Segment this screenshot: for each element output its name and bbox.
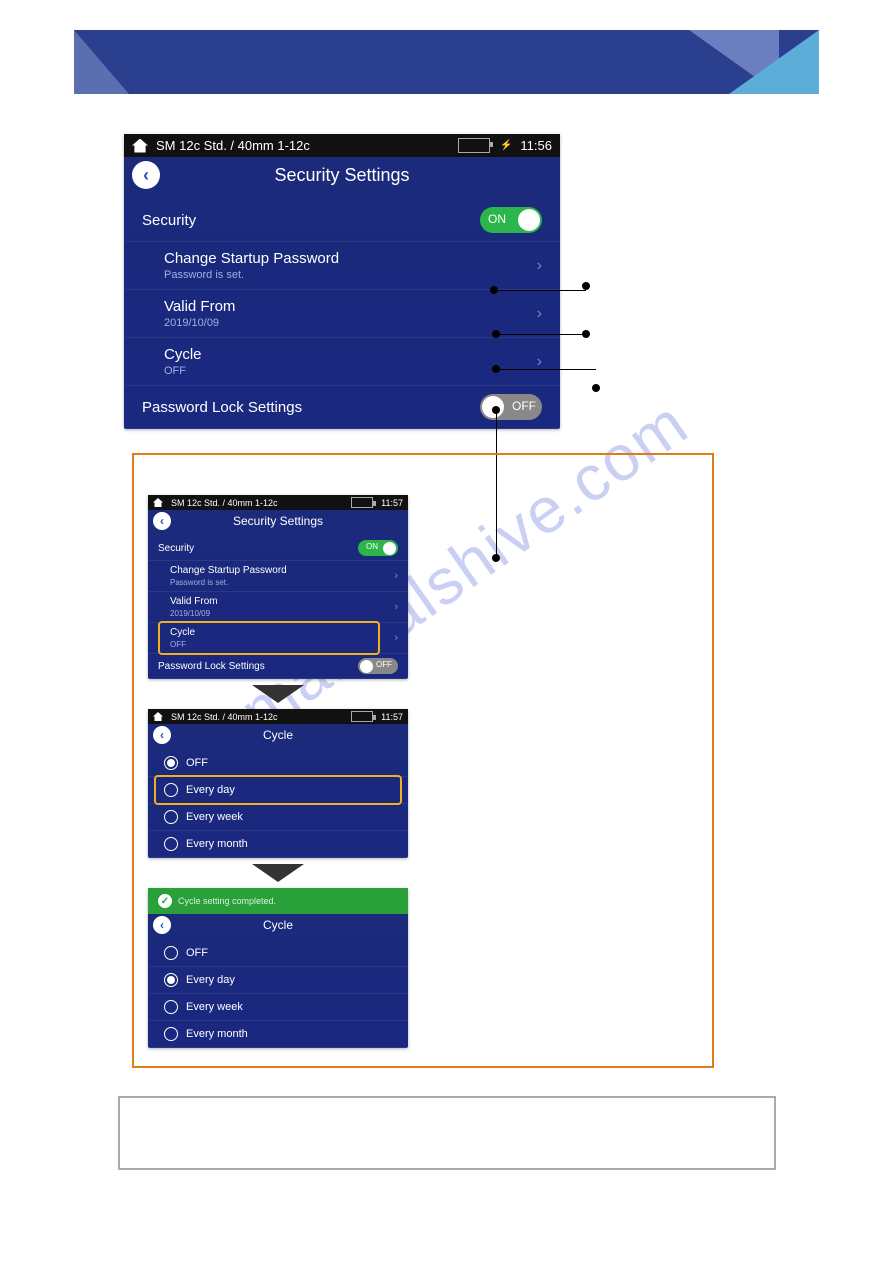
toast-notification: ✓ Cycle setting completed.	[148, 888, 408, 914]
chevron-right-icon: ›	[386, 601, 398, 613]
callout-line	[494, 290, 586, 291]
cycle-option-every-month[interactable]: Every month	[148, 1021, 408, 1048]
device-mode-label: SM 12c Std. / 40mm 1-12c	[171, 712, 278, 722]
option-label: OFF	[186, 757, 208, 769]
password-lock-toggle[interactable]: OFF	[358, 658, 398, 674]
battery-icon	[351, 711, 373, 722]
cycle-sequence-box: SM 12c Std. / 40mm 1-12c 11:57 ‹ Securit…	[132, 453, 714, 1068]
screen-title: Security Settings	[171, 514, 385, 528]
clock: 11:57	[381, 712, 403, 722]
home-icon[interactable]	[132, 139, 148, 153]
radio-icon	[164, 810, 178, 824]
callout-line	[496, 334, 586, 335]
back-button[interactable]: ‹	[153, 726, 171, 744]
note-box	[118, 1096, 776, 1170]
chevron-right-icon: ›	[529, 257, 542, 275]
back-button[interactable]: ‹	[153, 512, 171, 530]
radio-icon	[164, 973, 178, 987]
valid-from-label: Valid From	[164, 298, 529, 315]
device-mode-label: SM 12c Std. / 40mm 1-12c	[171, 498, 278, 508]
cycle-option-every-week[interactable]: Every week	[148, 804, 408, 831]
screen-title: Security Settings	[160, 165, 524, 186]
security-toggle[interactable]: ON	[480, 207, 542, 233]
radio-icon	[164, 1027, 178, 1041]
cycle-option-every-week[interactable]: Every week	[148, 994, 408, 1021]
cycle-sub: OFF	[164, 365, 529, 377]
battery-icon	[458, 138, 490, 153]
back-button[interactable]: ‹	[153, 916, 171, 934]
toast-message: Cycle setting completed.	[178, 896, 276, 906]
step2-screen: SM 12c Std. / 40mm 1-12c 11:57 ‹ Cycle O…	[148, 709, 408, 858]
security-label: Security	[142, 212, 480, 229]
header-banner	[74, 30, 819, 94]
password-lock-label: Password Lock Settings	[158, 661, 358, 672]
security-settings-screen: SM 12c Std. / 40mm 1-12c ⚡ 11:56 ‹ Secur…	[124, 134, 560, 429]
cycle-option-every-day[interactable]: Every day	[148, 777, 408, 804]
home-icon[interactable]	[153, 712, 163, 721]
password-lock-toggle[interactable]: OFF	[480, 394, 542, 420]
check-icon: ✓	[158, 894, 172, 908]
chevron-right-icon: ›	[529, 353, 542, 371]
cycle-row[interactable]: Cycle OFF ›	[148, 623, 408, 654]
status-bar: SM 12c Std. / 40mm 1-12c ⚡ 11:56	[124, 134, 560, 157]
option-label: Every week	[186, 811, 243, 823]
cycle-label: Cycle	[164, 346, 529, 363]
valid-from-label: Valid From	[170, 596, 386, 607]
cycle-option-every-month[interactable]: Every month	[148, 831, 408, 858]
radio-icon	[164, 837, 178, 851]
arrow-down-icon	[252, 864, 304, 882]
password-lock-row[interactable]: Password Lock Settings OFF	[148, 654, 408, 679]
chevron-right-icon: ›	[386, 570, 398, 582]
security-row[interactable]: Security ON	[124, 199, 560, 242]
callout-dot	[582, 282, 590, 290]
cycle-row[interactable]: Cycle OFF ›	[124, 338, 560, 386]
charging-icon: ⚡	[500, 140, 512, 151]
cycle-option-off[interactable]: OFF	[148, 750, 408, 777]
option-label: Every day	[186, 784, 235, 796]
cycle-label: Cycle	[170, 627, 386, 638]
option-label: Every day	[186, 974, 235, 986]
change-password-label: Change Startup Password	[164, 250, 529, 267]
radio-icon	[164, 756, 178, 770]
change-password-label: Change Startup Password	[170, 565, 386, 576]
battery-icon	[351, 497, 373, 508]
radio-icon	[164, 1000, 178, 1014]
screen-title: Cycle	[171, 728, 385, 742]
security-label: Security	[158, 543, 358, 554]
security-row[interactable]: Security ON	[148, 536, 408, 561]
change-password-sub: Password is set.	[164, 269, 529, 281]
radio-icon	[164, 783, 178, 797]
valid-from-sub: 2019/10/09	[164, 317, 529, 329]
device-mode-label: SM 12c Std. / 40mm 1-12c	[156, 138, 310, 153]
clock: 11:57	[381, 498, 403, 508]
option-label: OFF	[186, 947, 208, 959]
callout-line	[496, 369, 596, 370]
option-label: Every month	[186, 1028, 248, 1040]
arrow-down-icon	[252, 685, 304, 703]
valid-from-row[interactable]: Valid From 2019/10/09 ›	[148, 592, 408, 623]
radio-icon	[164, 946, 178, 960]
cycle-sub: OFF	[170, 640, 386, 649]
valid-from-sub: 2019/10/09	[170, 609, 386, 618]
option-label: Every week	[186, 1001, 243, 1013]
chevron-right-icon: ›	[386, 632, 398, 644]
step1-screen: SM 12c Std. / 40mm 1-12c 11:57 ‹ Securit…	[148, 495, 408, 679]
clock: 11:56	[520, 138, 552, 153]
change-password-row[interactable]: Change Startup Password Password is set.…	[124, 242, 560, 290]
cycle-option-every-day[interactable]: Every day	[148, 967, 408, 994]
screen-title: Cycle	[171, 918, 385, 932]
step3-screen: ✓ Cycle setting completed. ‹ Cycle OFF E…	[148, 888, 408, 1048]
change-password-row[interactable]: Change Startup Password Password is set.…	[148, 561, 408, 592]
callout-dot	[592, 384, 600, 392]
home-icon[interactable]	[153, 498, 163, 507]
option-label: Every month	[186, 838, 248, 850]
chevron-right-icon: ›	[529, 305, 542, 323]
security-toggle[interactable]: ON	[358, 540, 398, 556]
back-button[interactable]: ‹	[132, 161, 160, 189]
callout-dot	[582, 330, 590, 338]
change-password-sub: Password is set.	[170, 578, 386, 587]
cycle-option-off[interactable]: OFF	[148, 940, 408, 967]
password-lock-label: Password Lock Settings	[142, 399, 480, 416]
